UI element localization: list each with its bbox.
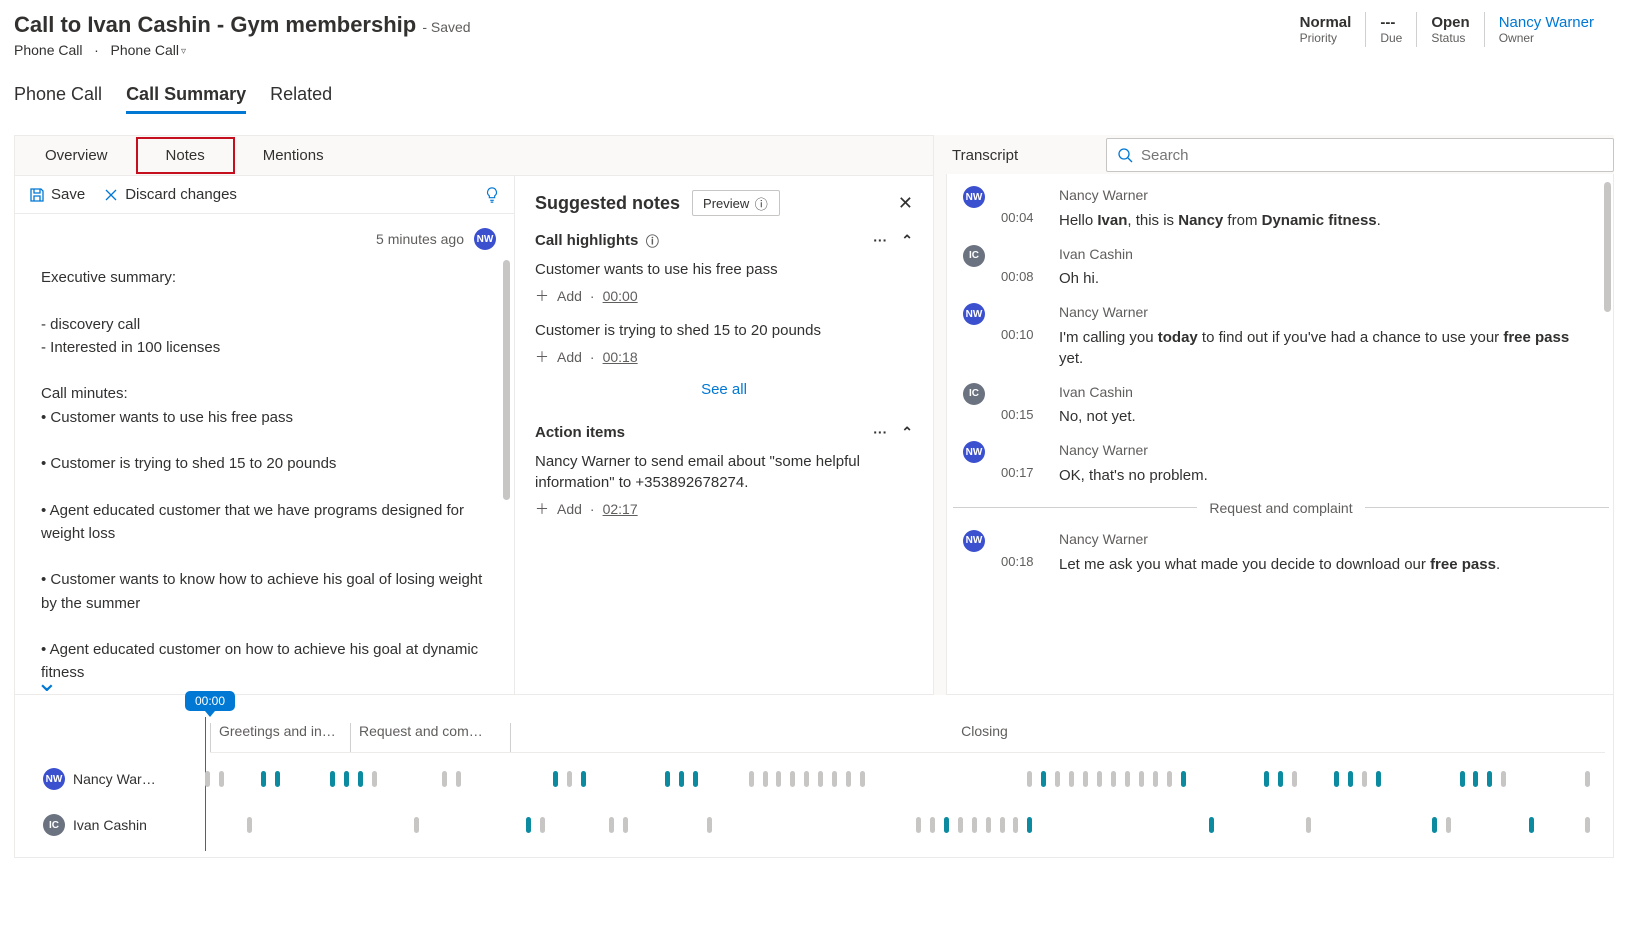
search-icon — [1117, 147, 1133, 163]
transcript-time: 00:17 — [1001, 441, 1045, 486]
close-icon — [103, 187, 119, 203]
priority-field[interactable]: Normal Priority — [1286, 12, 1366, 47]
status-field[interactable]: Open Status — [1416, 12, 1483, 47]
add-button[interactable]: Add — [557, 288, 582, 304]
chevron-down-icon: ▿ — [181, 46, 186, 57]
avatar: NW — [963, 530, 985, 552]
transcript-text: Let me ask you what made you decide to d… — [1059, 554, 1595, 575]
suggested-notes-title: Suggested notes — [535, 193, 680, 214]
scrollbar[interactable] — [1604, 182, 1611, 312]
plus-icon[interactable]: ＋ — [535, 347, 549, 367]
scrollbar[interactable] — [503, 260, 510, 500]
saved-indicator: - Saved — [422, 19, 470, 35]
tab-related[interactable]: Related — [270, 84, 332, 114]
timeline-track[interactable] — [191, 769, 1585, 789]
chevron-up-icon[interactable]: ⌃ — [901, 424, 913, 441]
action-item-text: Nancy Warner to send email about "some h… — [535, 451, 913, 493]
transcript-time: 00:15 — [1001, 383, 1045, 428]
avatar: NW — [963, 441, 985, 463]
breadcrumb: Phone Call · Phone Call▿ — [14, 42, 471, 58]
subtab-overview[interactable]: Overview — [23, 139, 136, 172]
lightbulb-icon[interactable] — [484, 187, 500, 203]
plus-icon[interactable]: ＋ — [535, 286, 549, 306]
timeline-marker[interactable]: 00:00 — [185, 691, 235, 711]
timeline-speaker: NW Nancy War… — [15, 768, 185, 790]
transcript-row[interactable]: IC 00:15 Ivan Cashin No, not yet. — [953, 383, 1609, 428]
plus-icon[interactable]: ＋ — [535, 499, 549, 519]
timeline-segment[interactable]: Greetings and in… — [210, 723, 350, 752]
transcript-time: 00:10 — [1001, 303, 1045, 369]
preview-button[interactable]: Preview ⓘ — [692, 190, 780, 216]
notes-timestamp: 5 minutes ago — [376, 231, 464, 247]
avatar: NW — [963, 186, 985, 208]
timestamp-link[interactable]: 00:18 — [603, 349, 638, 365]
close-panel-button[interactable]: ✕ — [898, 193, 913, 214]
action-items-header: Action items — [535, 424, 625, 441]
search-input[interactable] — [1141, 147, 1603, 164]
speaker-name: Nancy Warner — [1059, 303, 1595, 323]
speaker-name: Ivan Cashin — [1059, 383, 1595, 403]
discard-button[interactable]: Discard changes — [103, 186, 237, 203]
avatar: NW — [43, 768, 65, 790]
expand-chevron-icon[interactable]: ⌄ — [36, 667, 58, 698]
transcript-text: OK, that's no problem. — [1059, 465, 1595, 486]
notes-editor[interactable]: Executive summary:- discovery call- Inte… — [15, 260, 514, 694]
search-input-container — [1106, 138, 1614, 172]
transcript-row[interactable]: NW 00:18 Nancy Warner Let me ask you what… — [953, 530, 1609, 575]
transcript-text: Oh hi. — [1059, 268, 1595, 289]
add-button[interactable]: Add — [557, 349, 582, 365]
transcript-label: Transcript — [952, 147, 1092, 164]
avatar: IC — [963, 383, 985, 405]
due-field[interactable]: --- Due — [1365, 12, 1416, 47]
section-divider: Request and complaint — [953, 500, 1609, 516]
transcript-row[interactable]: NW 00:17 Nancy Warner OK, that's no probl… — [953, 441, 1609, 486]
transcript-text: No, not yet. — [1059, 406, 1595, 427]
timeline-track[interactable] — [191, 815, 1585, 835]
timeline-row: IC Ivan Cashin — [15, 805, 1605, 845]
transcript-text: I'm calling you today to find out if you… — [1059, 327, 1595, 369]
speaker-name: Nancy Warner — [1059, 441, 1595, 461]
info-icon: ⓘ — [753, 195, 769, 211]
chevron-up-icon[interactable]: ⌃ — [901, 232, 913, 249]
transcript-row[interactable]: IC 00:08 Ivan Cashin Oh hi. — [953, 245, 1609, 290]
highlight-item: Customer is trying to shed 15 to 20 poun… — [535, 320, 913, 341]
owner-field[interactable]: Nancy Warner Owner — [1484, 12, 1608, 47]
call-highlights-header: Call highlights — [535, 232, 638, 249]
tab-call-summary[interactable]: Call Summary — [126, 84, 246, 114]
tab-phone-call[interactable]: Phone Call — [14, 84, 102, 114]
see-all-link[interactable]: See all — [535, 381, 913, 398]
info-icon[interactable]: ⓘ — [644, 233, 660, 249]
save-button[interactable]: Save — [29, 186, 85, 203]
avatar: NW — [474, 228, 496, 250]
transcript-row[interactable]: NW 00:04 Nancy Warner Hello Ivan, this is… — [953, 186, 1609, 231]
avatar: IC — [43, 814, 65, 836]
more-icon[interactable]: ··· — [873, 424, 887, 441]
timestamp-link[interactable]: 02:17 — [603, 501, 638, 517]
add-button[interactable]: Add — [557, 501, 582, 517]
timeline-segment[interactable]: Closing — [510, 723, 1450, 752]
transcript-time: 00:18 — [1001, 530, 1045, 575]
timeline-speaker: IC Ivan Cashin — [15, 814, 185, 836]
entity-selector[interactable]: Phone Call▿ — [111, 42, 187, 58]
speaker-name: Ivan Cashin — [1059, 245, 1595, 265]
more-icon[interactable]: ··· — [873, 232, 887, 249]
speaker-name: Nancy Warner — [1059, 186, 1595, 206]
transcript-time: 00:04 — [1001, 186, 1045, 231]
save-icon — [29, 187, 45, 203]
subtab-notes[interactable]: Notes — [136, 137, 235, 174]
avatar: IC — [963, 245, 985, 267]
transcript-row[interactable]: NW 00:10 Nancy Warner I'm calling you tod… — [953, 303, 1609, 369]
transcript-time: 00:08 — [1001, 245, 1045, 290]
highlight-item: Customer wants to use his free pass — [535, 259, 913, 280]
subtab-mentions[interactable]: Mentions — [235, 139, 352, 172]
timestamp-link[interactable]: 00:00 — [603, 288, 638, 304]
avatar: NW — [963, 303, 985, 325]
timeline-row: NW Nancy War… — [15, 759, 1605, 799]
timeline-segment[interactable]: Request and com… — [350, 723, 510, 752]
record-title: Call to Ivan Cashin - Gym membership — [14, 12, 416, 37]
transcript-text: Hello Ivan, this is Nancy from Dynamic f… — [1059, 210, 1595, 231]
speaker-name: Nancy Warner — [1059, 530, 1595, 550]
